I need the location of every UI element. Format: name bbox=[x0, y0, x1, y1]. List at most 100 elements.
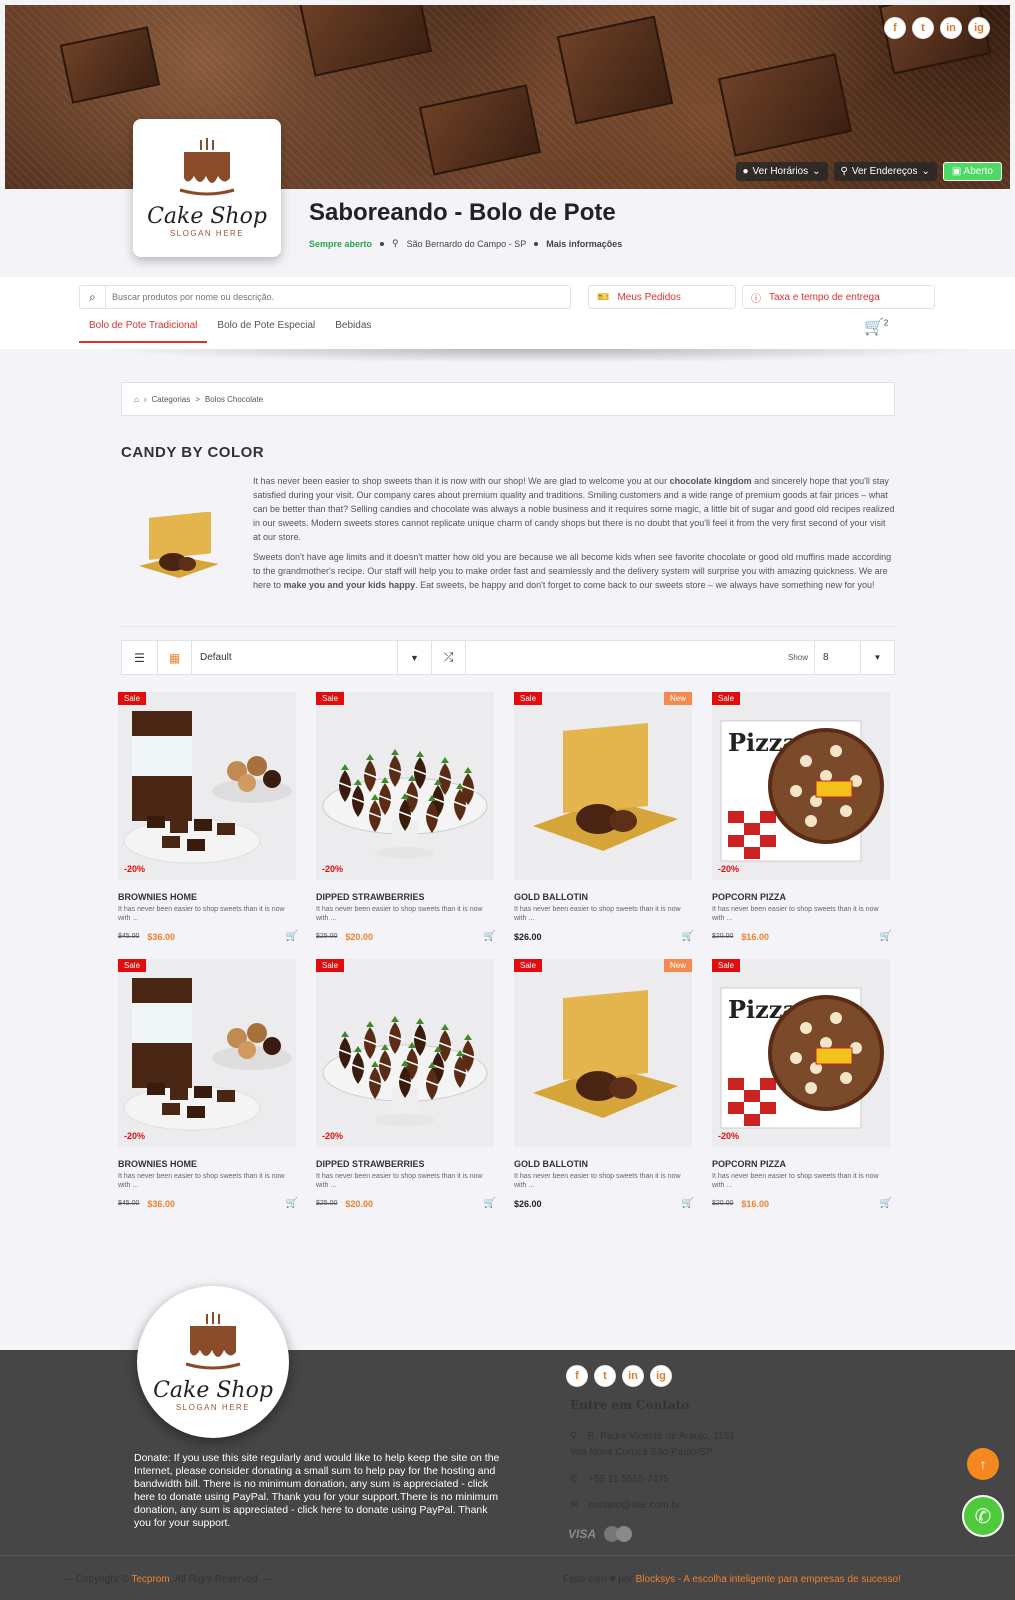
twitter-icon[interactable]: t bbox=[594, 1365, 616, 1387]
product-card[interactable]: Sale -20% DIPPED STRAWBERRIES It has never … bbox=[316, 959, 496, 1209]
product-description: It has never been easier to shop sweets … bbox=[118, 1173, 285, 1189]
product-price: $16.00 bbox=[741, 1198, 769, 1209]
sale-badge: Sale bbox=[712, 692, 741, 705]
store-title: Saboreando - Bolo de Pote bbox=[309, 199, 616, 226]
product-card[interactable]: Sale New GOLD BALLOTIN It has never been ea… bbox=[514, 959, 694, 1209]
home-icon[interactable]: ⌂ bbox=[134, 395, 139, 404]
whatsapp-button[interactable]: ✆ bbox=[962, 1495, 1004, 1537]
product-card[interactable]: Pizza Sale -20% POPCORN PIZZA It has never b… bbox=[712, 692, 892, 942]
product-name[interactable]: POPCORN PIZZA bbox=[712, 892, 892, 902]
product-name[interactable]: DIPPED STRAWBERRIES bbox=[316, 1159, 496, 1169]
product-card[interactable]: Pizza Sale -20% POPCORN PIZZA It has never b… bbox=[712, 959, 892, 1209]
grid-view-icon[interactable]: ▦ bbox=[158, 641, 192, 674]
product-card[interactable]: Sale -20% BROWNIES HOME It has never been e… bbox=[118, 692, 298, 942]
shuffle-icon[interactable]: ⤮ bbox=[432, 641, 466, 674]
product-image[interactable]: Sale -20% bbox=[118, 692, 296, 880]
tab-bolo-de-pote-especial[interactable]: Bolo de Pote Especial bbox=[207, 317, 325, 343]
delivery-info-button[interactable]: ⓘ Taxa e tempo de entrega bbox=[742, 285, 935, 309]
product-card[interactable]: Sale New GOLD BALLOTIN It has never been ea… bbox=[514, 692, 694, 942]
price-row: $20.00 $16.00 🛒 bbox=[712, 1198, 892, 1209]
add-to-cart-icon[interactable]: 🛒 bbox=[286, 931, 298, 942]
linkedin-icon[interactable]: in bbox=[940, 17, 962, 39]
made-by-prefix: Feito com ♥ por bbox=[563, 1574, 636, 1585]
breadcrumb-categories[interactable]: Categorias bbox=[152, 395, 191, 404]
add-to-cart-icon[interactable]: 🛒 bbox=[880, 931, 892, 942]
new-badge: New bbox=[663, 959, 692, 972]
instagram-icon[interactable]: ig bbox=[650, 1365, 672, 1387]
chocolate-block bbox=[556, 15, 674, 125]
add-to-cart-icon[interactable]: 🛒 bbox=[286, 1198, 298, 1209]
show-count-select[interactable]: 8 ▼ bbox=[814, 641, 894, 674]
product-description: It has never been easier to shop sweets … bbox=[316, 906, 483, 922]
my-orders-button[interactable]: 🎫 Meus Pedidos bbox=[588, 285, 736, 309]
more-info-link[interactable]: Mais informações bbox=[546, 239, 622, 249]
sale-badge: Sale bbox=[316, 959, 345, 972]
tab-bolo-de-pote-tradicional[interactable]: Bolo de Pote Tradicional bbox=[79, 317, 208, 343]
old-price: $45.00 bbox=[118, 933, 140, 940]
old-price: $45.00 bbox=[118, 1200, 140, 1207]
discount-label: -20% bbox=[322, 1131, 344, 1141]
product-name[interactable]: GOLD BALLOTIN bbox=[514, 1159, 694, 1169]
donate-text: Donate: If you use this site regularly a… bbox=[134, 1452, 500, 1529]
search-input[interactable] bbox=[106, 292, 570, 302]
product-card[interactable]: Sale -20% BROWNIES HOME It has never been e… bbox=[118, 959, 298, 1209]
old-price: $20.00 bbox=[712, 933, 734, 940]
old-price: $20.00 bbox=[712, 1200, 734, 1207]
linkedin-icon[interactable]: in bbox=[622, 1365, 644, 1387]
product-description: It has never been easier to shop sweets … bbox=[316, 1173, 483, 1189]
discount-label: -20% bbox=[124, 1131, 146, 1141]
product-name[interactable]: DIPPED STRAWBERRIES bbox=[316, 892, 496, 902]
twitter-icon[interactable]: t bbox=[912, 17, 934, 39]
cart-count: 2 bbox=[883, 318, 889, 328]
list-view-icon[interactable]: ☰ bbox=[122, 641, 158, 674]
product-name[interactable]: BROWNIES HOME bbox=[118, 1159, 298, 1169]
product-image[interactable]: Sale -20% bbox=[316, 692, 494, 880]
add-to-cart-icon[interactable]: 🛒 bbox=[484, 931, 496, 942]
product-description: It has never been easier to shop sweets … bbox=[712, 1173, 879, 1189]
phone-text[interactable]: +55 11 5555-7475 bbox=[588, 1472, 669, 1487]
instagram-icon[interactable]: ig bbox=[968, 17, 990, 39]
discount-label: -20% bbox=[322, 864, 344, 874]
product-image[interactable]: Sale -20% bbox=[316, 959, 494, 1147]
sort-select[interactable]: Default bbox=[192, 641, 398, 674]
search-icon[interactable]: ⌕ bbox=[80, 286, 106, 308]
product-image[interactable]: Pizza Sale -20% bbox=[712, 692, 890, 880]
open-status-badge: ▣ Aberto bbox=[942, 162, 1002, 181]
product-description: It has never been easier to shop sweets … bbox=[712, 906, 879, 922]
price-row: $45.00 $36.00 🛒 bbox=[118, 1198, 298, 1209]
email-text[interactable]: contato@site.com.br bbox=[588, 1498, 680, 1513]
product-name[interactable]: POPCORN PIZZA bbox=[712, 1159, 892, 1169]
discount-label: -20% bbox=[718, 1131, 740, 1141]
ver-enderecos-button[interactable]: ⚲ Ver Endereços ⌄ bbox=[833, 162, 937, 181]
cart-button[interactable]: 🛒2 bbox=[864, 317, 888, 337]
cart-icon: 🛒 bbox=[864, 319, 884, 336]
copyright-brand-link[interactable]: Tecprom bbox=[131, 1574, 169, 1585]
tab-bebidas[interactable]: Bebidas bbox=[325, 317, 381, 343]
add-to-cart-icon[interactable]: 🛒 bbox=[880, 1198, 892, 1209]
store-location: São Bernardo do Campo - SP bbox=[406, 238, 527, 249]
product-card[interactable]: Sale -20% DIPPED STRAWBERRIES It has never … bbox=[316, 692, 496, 942]
product-image[interactable]: Pizza Sale -20% bbox=[712, 959, 890, 1147]
chocolate-block bbox=[418, 84, 542, 176]
add-to-cart-icon[interactable]: 🛒 bbox=[484, 1198, 496, 1209]
made-by-brand-link[interactable]: Blocksys - A escolha inteligente para em… bbox=[636, 1574, 901, 1585]
product-name[interactable]: BROWNIES HOME bbox=[118, 892, 298, 902]
add-to-cart-icon[interactable]: 🛒 bbox=[682, 931, 694, 942]
contact-address-2: Vila Nova Curuçá São Paulo/SP bbox=[570, 1445, 713, 1460]
text-run: . Eat sweets, be happy and don't forget … bbox=[415, 580, 875, 590]
facebook-icon[interactable]: f bbox=[884, 17, 906, 39]
cake-icon bbox=[185, 1312, 241, 1370]
facebook-icon[interactable]: f bbox=[566, 1365, 588, 1387]
chocolate-block bbox=[878, 5, 992, 75]
scroll-to-top-button[interactable]: ↑ bbox=[967, 1448, 999, 1480]
product-image[interactable]: Sale New bbox=[514, 692, 692, 880]
product-image[interactable]: Sale New bbox=[514, 959, 692, 1147]
breadcrumb-current: Bolos Chocolate bbox=[204, 394, 264, 404]
add-to-cart-icon[interactable]: 🛒 bbox=[682, 1198, 694, 1209]
product-image[interactable]: Sale -20% bbox=[118, 959, 296, 1147]
sort-caret-icon[interactable]: ▼ bbox=[398, 641, 432, 674]
sort-value: Default bbox=[200, 652, 232, 663]
ver-horarios-button[interactable]: ● Ver Horários ⌄ bbox=[735, 162, 828, 181]
cake-icon bbox=[179, 138, 235, 196]
product-name[interactable]: GOLD BALLOTIN bbox=[514, 892, 694, 902]
